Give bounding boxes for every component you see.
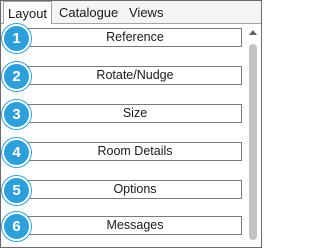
tab-strip: Layout Catalogue Views [1,1,261,24]
messages-button[interactable]: Messages [28,216,242,235]
step-badge-3: 3 [2,100,31,129]
step-badge-4: 4 [2,138,31,167]
vertical-scrollbar[interactable] [246,24,261,247]
tab-views[interactable]: Views [129,3,163,23]
options-button[interactable]: Options [28,180,242,199]
room-details-button[interactable]: Room Details [28,142,242,161]
step-badge-5: 5 [2,176,31,205]
chevron-up-icon[interactable] [249,30,257,35]
step-badge-6: 6 [2,212,31,241]
tab-layout[interactable]: Layout [3,1,53,24]
rotate-nudge-button[interactable]: Rotate/Nudge [28,66,242,85]
size-button[interactable]: Size [28,104,242,123]
step-badge-2: 2 [2,62,31,91]
tab-catalogue[interactable]: Catalogue [59,3,118,23]
step-badge-1: 1 [2,24,31,53]
layout-panel: Layout Catalogue Views Reference 1 Rotat… [0,0,262,248]
scrollbar-thumb[interactable] [249,44,257,240]
reference-button[interactable]: Reference [28,28,242,47]
layout-tab-content: Reference 1 Rotate/Nudge 2 Size 3 Room D… [1,24,261,247]
